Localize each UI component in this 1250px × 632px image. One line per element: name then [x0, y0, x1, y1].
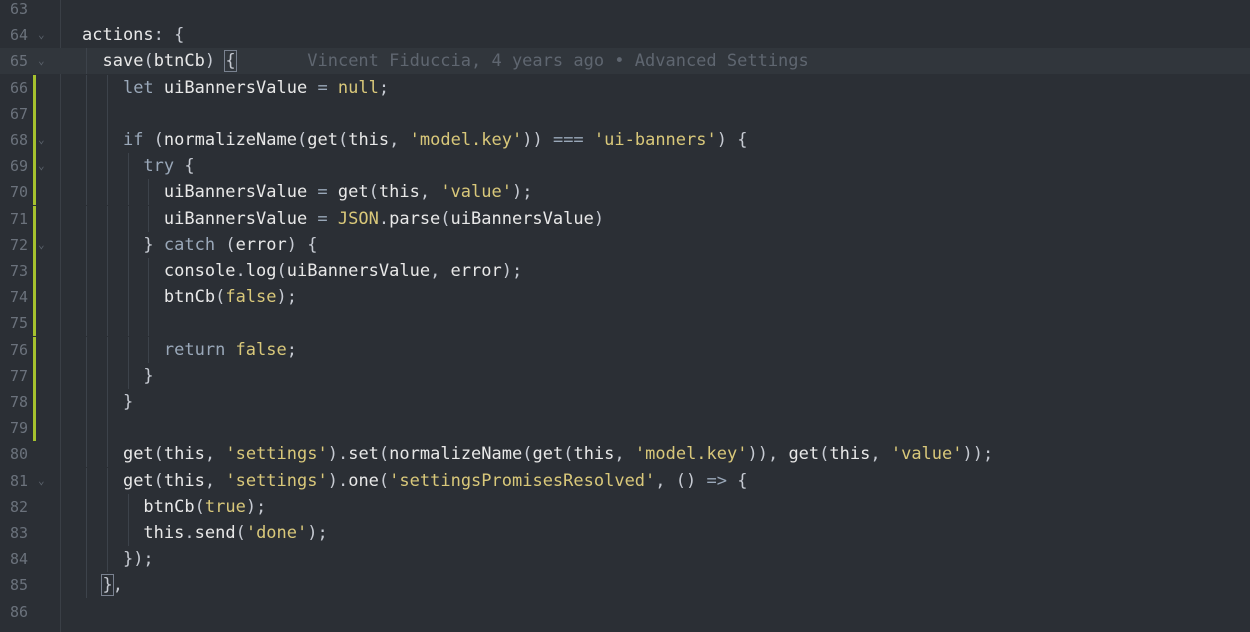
code-line[interactable]: 80 get(this, 'settings').set(normalizeNa…: [0, 441, 1250, 468]
code-text: this.send('done');: [143, 523, 328, 543]
line-number: 68: [9, 131, 28, 149]
line-number: 69: [9, 157, 28, 176]
code-line[interactable]: 77 }: [0, 362, 1250, 389]
code-line[interactable]: 73 console.log(uiBannersValue, error);: [0, 258, 1250, 284]
code-line[interactable]: 68 ⌄ if (normalizeName(get(this, 'model.k…: [0, 127, 1250, 153]
git-change-marker: [33, 389, 36, 415]
line-number: 63: [9, 0, 28, 18]
fold-chevron-icon[interactable]: ⌄: [38, 232, 45, 258]
code-line[interactable]: 70 uiBannersValue = get(this, 'value');: [0, 179, 1250, 206]
line-number: 64: [9, 26, 28, 45]
code-line[interactable]: 63: [0, 0, 1250, 22]
code-text: uiBannersValue = JSON.parse(uiBannersVal…: [163, 208, 605, 229]
code-line[interactable]: 64 ⌄ actions: {: [0, 22, 1250, 48]
line-number: 84: [9, 550, 28, 569]
git-change-marker: [33, 74, 36, 101]
code-line[interactable]: 76 return false;: [0, 336, 1250, 363]
line-number: 76: [9, 340, 28, 359]
code-line[interactable]: 67: [0, 100, 1250, 127]
fold-chevron-icon[interactable]: ⌄: [38, 48, 45, 74]
line-number: 80: [9, 445, 28, 464]
fold-chevron-icon[interactable]: ⌄: [38, 153, 45, 179]
git-change-marker: [33, 205, 36, 232]
line-number: 72: [9, 235, 28, 254]
line-number: 78: [9, 393, 28, 411]
code-line[interactable]: 81 ⌄ get(this, 'settings').one('settingsP…: [0, 467, 1250, 494]
code-text: uiBannersValue = get(this, 'value');: [163, 182, 533, 203]
git-change-marker: [33, 415, 36, 442]
git-change-marker: [33, 284, 36, 311]
line-number: 81: [9, 471, 28, 490]
line-number: 70: [9, 183, 28, 202]
code-line[interactable]: 78 }: [0, 389, 1250, 415]
code-text: btnCb(false);: [163, 287, 297, 308]
code-line[interactable]: 66 let uiBannersValue = null;: [0, 74, 1250, 101]
git-change-marker: [33, 258, 36, 284]
code-editor[interactable]: 63 64 ⌄ actions: { 65 ⌄ save(btnCb) { Vincent…: [0, 0, 1250, 632]
line-number: 75: [9, 314, 28, 333]
git-change-marker: [33, 100, 36, 127]
git-change-marker: [33, 127, 36, 153]
code-text: save(btnCb) { Vincent Fiduccia, 4 years …: [102, 50, 809, 73]
git-change-marker: [33, 310, 36, 337]
code-text: try {: [143, 156, 195, 177]
line-number: 67: [9, 104, 28, 123]
line-number: 73: [9, 262, 28, 280]
code-line[interactable]: 82 btnCb(true);: [0, 493, 1250, 520]
line-number: 79: [9, 419, 28, 438]
git-blame-annotation: Vincent Fiduccia, 4 years ago • Advanced…: [235, 51, 809, 72]
code-line[interactable]: 86: [0, 599, 1250, 625]
line-number: 82: [9, 497, 28, 516]
code-text: }: [122, 392, 134, 412]
code-text: get(this, 'settings').set(normalizeName(…: [122, 444, 994, 465]
fold-chevron-icon[interactable]: ⌄: [38, 22, 45, 48]
code-line[interactable]: 79: [0, 415, 1250, 442]
git-change-marker: [33, 362, 36, 389]
line-number: 85: [9, 576, 28, 595]
code-line[interactable]: 74 btnCb(false);: [0, 284, 1250, 311]
code-text: if (normalizeName(get(this, 'model.key')…: [122, 130, 748, 150]
line-number: 77: [9, 366, 28, 385]
line-number: 65: [9, 52, 28, 71]
git-change-marker: [33, 179, 36, 206]
code-text: console.log(uiBannersValue, error);: [163, 261, 523, 281]
code-text: } catch (error) {: [143, 234, 318, 255]
git-change-marker: [33, 336, 36, 363]
code-text: return false;: [163, 339, 297, 360]
line-number: 74: [9, 288, 28, 307]
code-text: }: [143, 365, 154, 386]
code-text: actions: {: [82, 25, 185, 46]
code-line[interactable]: 65 ⌄ save(btnCb) { Vincent Fiduccia, 4 ye…: [0, 48, 1250, 75]
code-line[interactable]: 75: [0, 310, 1250, 337]
code-text: let uiBannersValue = null;: [122, 77, 390, 98]
code-line[interactable]: 84 });: [0, 546, 1250, 573]
code-line[interactable]: 72 ⌄ } catch (error) {: [0, 231, 1250, 258]
line-number: 83: [9, 524, 28, 542]
fold-chevron-icon[interactable]: ⌄: [38, 468, 45, 494]
git-change-marker: [33, 153, 36, 180]
git-change-marker: [33, 231, 36, 258]
line-number: 86: [9, 602, 28, 621]
code-line[interactable]: 69 ⌄ try {: [0, 153, 1250, 180]
code-line[interactable]: 71 uiBannersValue = JSON.parse(uiBanners…: [0, 205, 1250, 232]
line-number: 71: [9, 209, 28, 228]
line-number: 66: [9, 78, 28, 97]
code-text: get(this, 'settings').one('settingsPromi…: [122, 470, 748, 491]
fold-chevron-icon[interactable]: ⌄: [38, 127, 45, 153]
code-line[interactable]: 83 this.send('done');: [0, 520, 1250, 546]
code-text: },: [101, 574, 123, 597]
code-text: });: [122, 549, 154, 570]
code-text: btnCb(true);: [143, 496, 267, 517]
code-line[interactable]: 85 },: [0, 572, 1250, 599]
